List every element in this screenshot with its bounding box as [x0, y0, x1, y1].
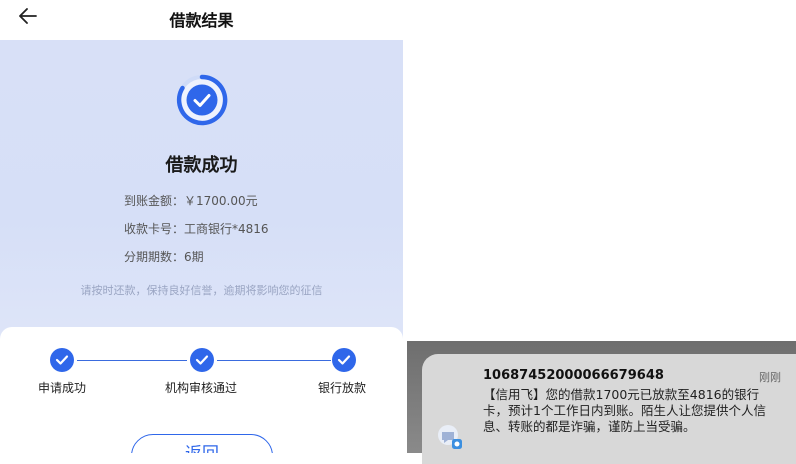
step-connector: [77, 360, 187, 361]
page-title: 借款结果: [169, 11, 234, 30]
amount-label: 到账金额：: [124, 194, 185, 208]
term-row: 分期期数：6期: [124, 248, 204, 265]
term-label: 分期期数：: [124, 250, 185, 264]
loan-result-screen: 借款结果 借款成功 到账金额：￥1700.00元 收款卡号：工商银行*4816 …: [0, 0, 403, 453]
card-value: 工商银行*4816: [184, 222, 269, 236]
card-row: 收款卡号：工商银行*4816: [124, 220, 269, 237]
step-label: 银行放款: [318, 381, 367, 395]
repayment-hint: 请按时还款，保持良好信誉，逾期将影响您的征信: [80, 284, 323, 297]
term-value: 6期: [184, 250, 204, 264]
return-button[interactable]: 返回: [131, 434, 273, 453]
success-title: 借款成功: [165, 155, 238, 176]
step-label: 机构审核通过: [165, 381, 238, 395]
notification-sender: 10687452000066679648: [483, 368, 664, 383]
card-label: 收款卡号：: [124, 222, 185, 236]
message-app-icon: [438, 425, 462, 449]
notification-time: 刚刚: [759, 371, 781, 384]
step-check-icon: [332, 348, 356, 372]
step-connector: [217, 360, 331, 361]
success-check-icon: [176, 74, 228, 126]
step-label: 申请成功: [38, 381, 87, 395]
step-check-icon: [190, 348, 214, 372]
notification-body: 【信用飞】您的借款1700元已放款至4816的银行卡，预计1个工作日内到账。陌生…: [483, 387, 766, 434]
top-bar: 借款结果: [0, 0, 403, 40]
amount-row: 到账金额：￥1700.00元: [124, 192, 258, 209]
amount-value: ￥1700.00元: [184, 194, 258, 208]
step-check-icon: [50, 348, 74, 372]
